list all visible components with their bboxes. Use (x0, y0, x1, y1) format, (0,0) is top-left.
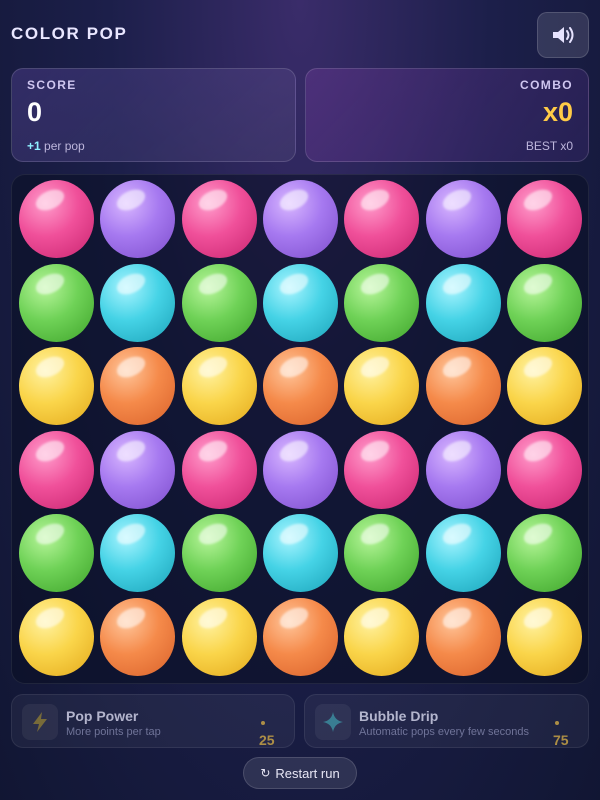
bubble-purple[interactable] (100, 180, 176, 258)
bubble-yellow[interactable] (19, 347, 94, 425)
bubble-board (11, 174, 589, 684)
bubble-orange[interactable] (100, 347, 176, 425)
speaker-icon (553, 27, 574, 43)
upgrade-cost: 25 (259, 732, 275, 748)
upgrade-description: More points per tap (66, 726, 161, 738)
upgrade-description: Automatic pops every few seconds (359, 726, 529, 738)
coin-icon (555, 721, 559, 725)
score-card: SCORE 0 +1 per pop (11, 68, 296, 162)
coin-icon (261, 721, 265, 725)
upgrade-icon-box (22, 704, 58, 740)
bubble-yellow[interactable] (181, 597, 257, 676)
bubble-pink[interactable] (506, 430, 582, 509)
upgrade-bubble-drip[interactable]: Bubble Drip Automatic pops every few sec… (304, 694, 589, 748)
top-bar: COLOR POP (0, 0, 600, 64)
bubble-pink[interactable] (344, 180, 420, 258)
bubble-cyan[interactable] (100, 263, 176, 342)
bubble-pink[interactable] (181, 430, 257, 509)
upgrade-name: Bubble Drip (359, 708, 439, 724)
bubble-cyan[interactable] (100, 514, 176, 592)
lightning-icon (33, 712, 47, 732)
bubble-cyan[interactable] (262, 263, 338, 342)
combo-card: COMBO x0 BEST x0 (305, 68, 589, 162)
bubble-pink[interactable] (19, 430, 94, 509)
bubble-green[interactable] (344, 514, 420, 592)
per-pop-amount: +1 (27, 139, 41, 153)
bubble-green[interactable] (344, 263, 420, 342)
bubble-pink[interactable] (19, 180, 94, 258)
score-value: 0 (27, 97, 43, 127)
bubble-purple[interactable] (262, 180, 338, 258)
sound-toggle-button[interactable] (537, 12, 589, 58)
bubble-green[interactable] (506, 263, 582, 342)
bubble-yellow[interactable] (19, 597, 94, 676)
bubble-yellow[interactable] (181, 347, 257, 425)
bubble-cyan[interactable] (262, 514, 338, 592)
best-combo: BEST x0 (525, 139, 573, 153)
per-pop-suffix: per pop (40, 139, 85, 153)
bubble-orange[interactable] (262, 597, 338, 676)
upgrade-pop-power[interactable]: Pop Power More points per tap 25 (11, 694, 295, 748)
bubble-green[interactable] (19, 263, 94, 342)
combo-value: x0 (542, 97, 573, 127)
per-pop-info: +1 per pop (27, 139, 85, 153)
sparkle-icon (323, 712, 343, 732)
bubble-pink[interactable] (344, 430, 420, 509)
upgrade-cost: 75 (553, 732, 569, 748)
restart-button[interactable]: ↻ Restart run (243, 757, 357, 789)
combo-label: COMBO (520, 78, 573, 92)
bubble-green[interactable] (181, 263, 257, 342)
bubble-orange[interactable] (425, 347, 501, 425)
bubble-orange[interactable] (100, 597, 176, 676)
score-label: SCORE (27, 78, 77, 92)
bubble-purple[interactable] (425, 180, 501, 258)
bubble-green[interactable] (19, 514, 94, 592)
bubble-orange[interactable] (262, 347, 338, 425)
upgrade-name: Pop Power (66, 708, 139, 724)
upgrade-icon-box (315, 704, 351, 740)
bubble-pink[interactable] (506, 180, 582, 258)
bubble-yellow[interactable] (506, 597, 582, 676)
bubble-yellow[interactable] (344, 597, 420, 676)
bubble-cyan[interactable] (425, 263, 501, 342)
bubble-purple[interactable] (425, 430, 501, 509)
bubble-green[interactable] (181, 514, 257, 592)
game-title: COLOR POP (11, 24, 128, 43)
bubble-orange[interactable] (425, 597, 501, 676)
bubble-yellow[interactable] (506, 347, 582, 425)
bubble-yellow[interactable] (344, 347, 420, 425)
restart-label: Restart run (275, 765, 340, 781)
bubble-purple[interactable] (100, 430, 176, 509)
bubble-green[interactable] (506, 514, 582, 592)
bubble-pink[interactable] (181, 180, 257, 258)
bubble-purple[interactable] (262, 430, 338, 509)
restart-icon: ↻ (260, 766, 271, 780)
bubble-cyan[interactable] (425, 514, 501, 592)
